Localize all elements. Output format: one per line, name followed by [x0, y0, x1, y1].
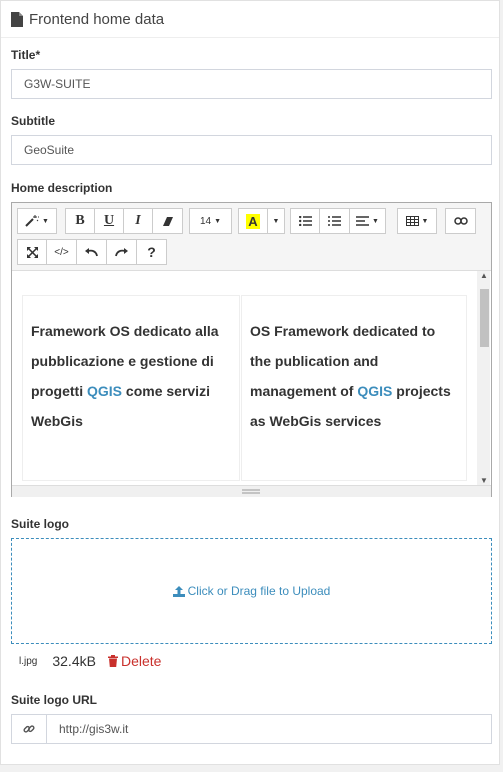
underline-button[interactable]: U — [94, 208, 124, 234]
highlight-color-button[interactable]: A — [238, 208, 268, 234]
eraser-icon — [162, 216, 173, 226]
redo-button[interactable] — [106, 239, 137, 265]
uploaded-file-info: l.jpg 32.4kB Delete — [19, 653, 161, 669]
redo-icon — [115, 248, 128, 257]
frontend-home-panel: Frontend home data Title* G3W-SUITE Subt… — [0, 0, 500, 765]
panel-header: Frontend home data — [1, 1, 499, 38]
align-left-icon — [356, 216, 370, 226]
paragraph-align-button[interactable]: ▼ — [349, 208, 386, 234]
editor-content[interactable]: Framework OS dedicato alla pubblicazione… — [13, 271, 476, 485]
ordered-list-button[interactable] — [319, 208, 350, 234]
resize-handle[interactable] — [12, 485, 491, 497]
table-icon — [405, 216, 419, 226]
undo-button[interactable] — [76, 239, 107, 265]
link-icon — [453, 217, 468, 225]
title-input[interactable]: G3W-SUITE — [11, 69, 492, 99]
help-button[interactable]: ? — [136, 239, 167, 265]
italic-icon: I — [135, 213, 141, 228]
upload-icon — [172, 585, 185, 597]
file-icon — [11, 11, 23, 27]
code-view-button[interactable]: </> — [46, 239, 77, 265]
scrollbar-thumb[interactable] — [480, 289, 489, 347]
file-name: l.jpg — [19, 655, 38, 667]
table-button[interactable]: ▼ — [397, 208, 437, 234]
chevron-down-icon: ▼ — [372, 217, 379, 225]
bold-button[interactable]: B — [65, 208, 95, 234]
url-addon — [12, 715, 47, 743]
subtitle-label: Subtitle — [11, 114, 55, 128]
color-dropdown-button[interactable]: ▼ — [267, 208, 285, 234]
bold-icon: B — [75, 213, 85, 228]
delete-button[interactable]: Delete — [107, 653, 162, 669]
clear-format-button[interactable] — [152, 208, 183, 234]
font-size-value: 14 — [199, 215, 212, 227]
table-cell-english: OS Framework dedicated to the publicatio… — [241, 295, 467, 481]
link-button[interactable] — [445, 208, 476, 234]
list-ol-icon — [328, 216, 341, 226]
question-icon: ? — [147, 244, 156, 260]
list-ul-icon — [298, 216, 312, 226]
link-icon — [23, 725, 35, 733]
expand-icon — [26, 246, 38, 258]
file-size: 32.4kB — [52, 653, 96, 669]
code-icon: </> — [54, 246, 69, 258]
fullscreen-button[interactable] — [17, 239, 47, 265]
chevron-down-icon: ▼ — [42, 217, 49, 225]
editor-scrollbar[interactable]: ▲ ▼ — [477, 271, 490, 485]
italic-button[interactable]: I — [123, 208, 153, 234]
logo-label: Suite logo — [11, 517, 69, 531]
undo-icon — [85, 248, 98, 257]
logo-url-input[interactable]: http://gis3w.it — [47, 715, 491, 743]
chevron-down-icon: ▼ — [421, 217, 429, 225]
table-cell-italian: Framework OS dedicato alla pubblicazione… — [22, 295, 240, 481]
description-label: Home description — [11, 181, 113, 195]
upload-text: Click or Drag file to Upload — [187, 584, 331, 598]
caret-down-icon: ▼ — [272, 217, 280, 225]
text-color-icon: A — [246, 213, 260, 229]
magic-wand-icon — [25, 215, 40, 227]
logo-dropzone[interactable]: Click or Drag file to Upload — [11, 538, 492, 644]
trash-icon — [107, 655, 118, 667]
chevron-down-icon: ▼ — [214, 217, 222, 225]
font-size-button[interactable]: 14 ▼ — [189, 208, 232, 234]
panel-title: Frontend home data — [29, 10, 165, 28]
scroll-down-icon[interactable]: ▼ — [480, 476, 488, 485]
scroll-up-icon[interactable]: ▲ — [480, 271, 488, 280]
style-button[interactable]: ▼ — [17, 208, 57, 234]
unordered-list-button[interactable] — [290, 208, 320, 234]
subtitle-input[interactable]: GeoSuite — [11, 135, 492, 165]
qgis-highlight: QGIS — [87, 383, 123, 399]
delete-label: Delete — [120, 653, 162, 669]
logo-url-label: Suite logo URL — [11, 693, 97, 707]
title-label: Title* — [11, 48, 41, 62]
logo-url-group: http://gis3w.it — [11, 714, 492, 744]
grip-icon — [242, 489, 260, 494]
editor-toolbar: ▼ B U I 14 ▼ A ▼ ▼ ▼ </> ? — [12, 203, 491, 271]
underline-icon: U — [103, 213, 115, 228]
qgis-highlight: QGIS — [357, 383, 393, 399]
description-editor[interactable]: ▼ B U I 14 ▼ A ▼ ▼ ▼ </> ? Framework OS … — [11, 202, 492, 497]
